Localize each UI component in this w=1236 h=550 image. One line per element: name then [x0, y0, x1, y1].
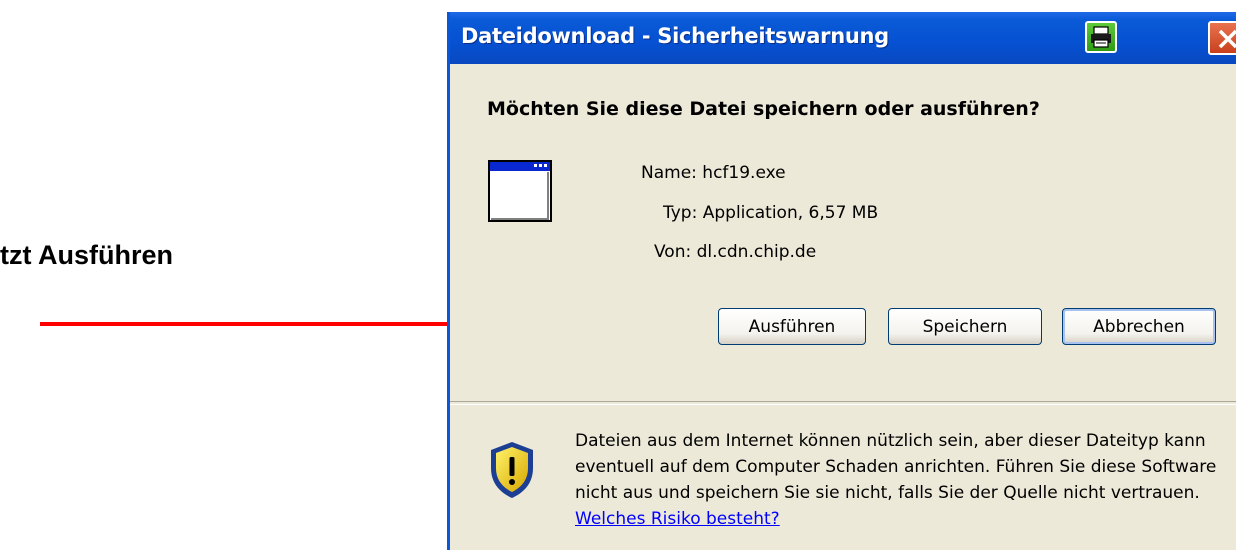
run-button[interactable]: Ausführen — [718, 308, 866, 345]
dialog-question: Möchten Sie diese Datei speichern oder a… — [487, 98, 1040, 120]
cancel-button[interactable]: Abbrechen — [1062, 308, 1216, 345]
application-window-icon — [488, 160, 552, 222]
warning-text: Dateien aus dem Internet können nützlich… — [575, 428, 1235, 532]
file-source-row: Von: dl.cdn.chip.de — [654, 242, 816, 262]
file-name-label: Name: — [641, 163, 697, 183]
dialog-title: Dateidownload - Sicherheitswarnung — [461, 24, 889, 48]
risk-info-link[interactable]: Welches Risiko besteht? — [575, 509, 780, 529]
close-icon — [1218, 29, 1236, 49]
file-type-row: Typ: Application, 6,57 MB — [663, 203, 878, 223]
title-bar[interactable]: Dateidownload - Sicherheitswarnung — [450, 12, 1236, 64]
file-type-label: Typ: — [663, 203, 698, 223]
file-source-value: dl.cdn.chip.de — [696, 242, 817, 262]
file-name-row: Name: hcf19.exe — [641, 163, 786, 183]
warning-message: Dateien aus dem Internet können nützlich… — [575, 431, 1217, 503]
file-type-value: Application, 6,57 MB — [702, 203, 879, 223]
save-button[interactable]: Speichern — [888, 308, 1042, 345]
download-security-dialog: Dateidownload - Sicherheitswarnung Möcht… — [447, 12, 1236, 550]
file-source-label: Von: — [654, 242, 692, 262]
printer-icon[interactable] — [1085, 21, 1117, 53]
security-shield-warning-icon — [491, 442, 533, 498]
file-name-value: hcf19.exe — [702, 163, 786, 183]
divider — [450, 401, 1236, 405]
annotation-label: tzt Ausführen — [0, 240, 173, 270]
close-button[interactable] — [1208, 21, 1236, 55]
